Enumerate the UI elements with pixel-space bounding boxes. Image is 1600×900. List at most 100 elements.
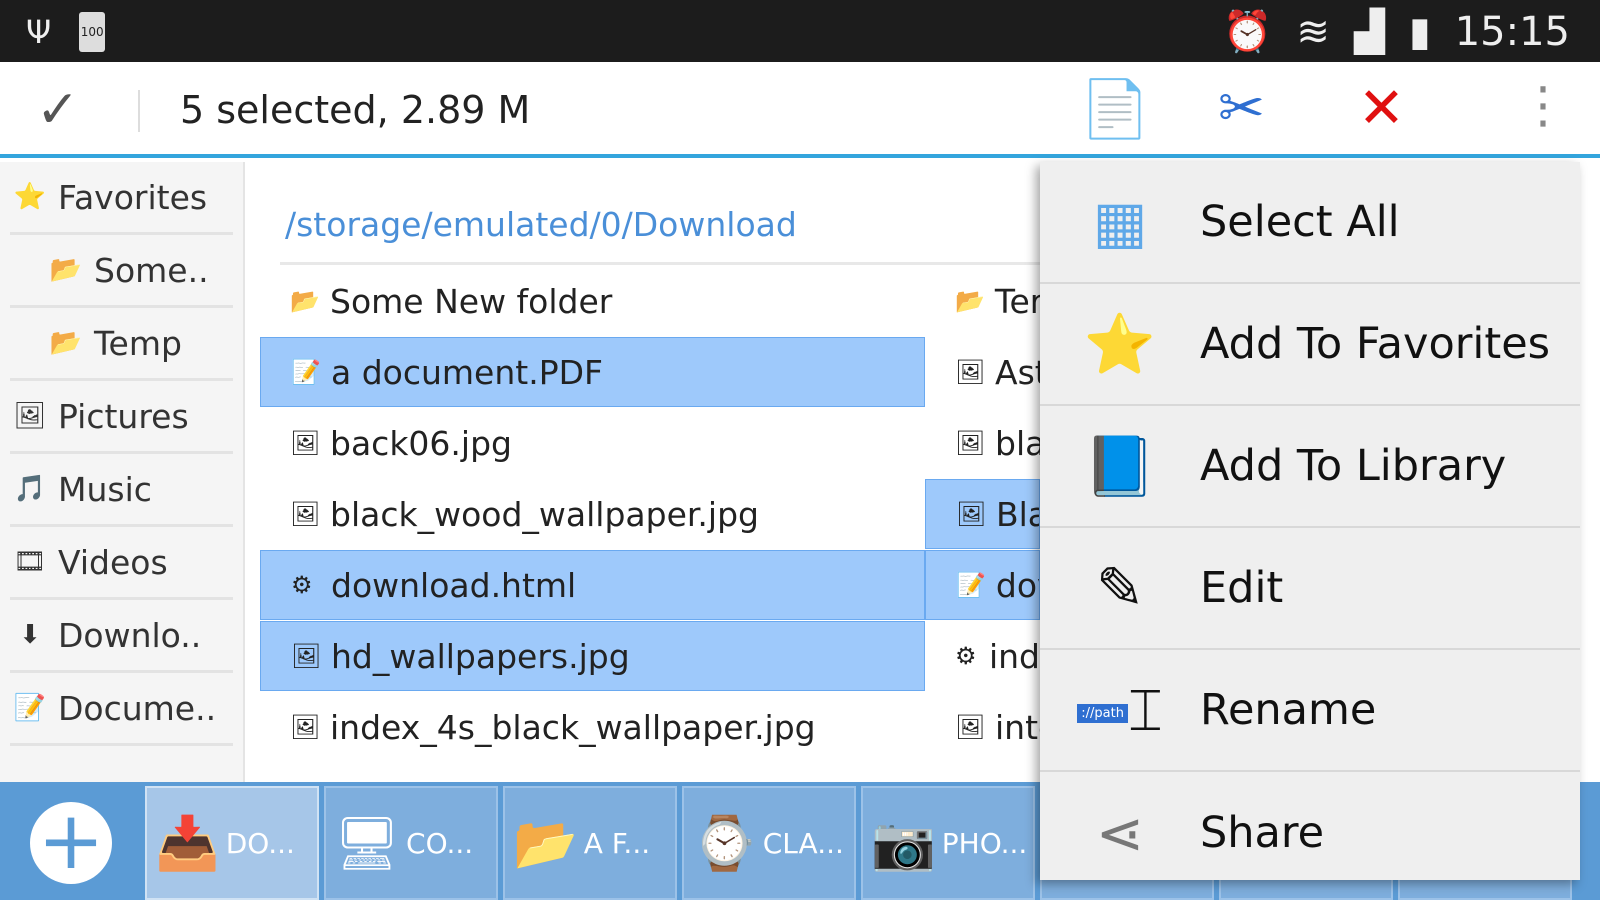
select-all-icon: ▦ (1092, 188, 1148, 256)
sidebar-item-label: Some.. (94, 250, 209, 290)
sidebar-item[interactable]: ⬇ Downlo.. (10, 600, 233, 673)
bottom-tab[interactable]: 📂 A F... (503, 786, 677, 900)
overflow-menu: ▦ Select All ⭐ Add To Favorites 📘 Add To Libr… (1040, 162, 1580, 880)
done-check-icon[interactable]: ✓ (36, 80, 80, 140)
file-item[interactable]: 🖼 index_4s_black_wallpaper.jpg (260, 692, 925, 762)
file-item[interactable]: ⚙ download.html (260, 550, 925, 620)
image-icon: 🖼 (290, 713, 321, 741)
computer-icon: 🖥 (334, 813, 401, 874)
sidebar-item-label: Favorites (58, 177, 208, 217)
file-name: back06.jpg (330, 423, 512, 463)
overflow-menu-icon[interactable]: ⋮ (1518, 76, 1568, 134)
pictures-icon: 🖼 (13, 401, 47, 431)
sidebar-item[interactable]: 🎵 Music (10, 454, 233, 527)
menu-item-label: Edit (1200, 563, 1284, 613)
bottom-tab-label: CLA... (762, 826, 844, 860)
selection-summary: 5 selected, 2.89 M (180, 88, 531, 132)
file-item[interactable]: 📝 a document.PDF (260, 337, 925, 407)
pencil-icon: ✎ (1095, 554, 1145, 622)
sidebar-item[interactable]: 📂 Temp (10, 308, 233, 381)
file-item[interactable]: 🖼 inte (925, 692, 1040, 762)
bottom-tab[interactable]: 🖥 CO... (324, 786, 498, 900)
file-item[interactable]: 📂 Ter (925, 266, 1040, 336)
sidebar-item-label: Docume.. (58, 688, 217, 728)
battery-icon: 100 (79, 12, 106, 52)
cut-icon[interactable]: ✂ (1218, 76, 1265, 141)
alarm-icon: ⏰ (1222, 9, 1273, 55)
sidebar-item-label: Pictures (58, 396, 189, 436)
folder-icon: 📂 (955, 287, 985, 315)
star-icon: ⭐ (13, 182, 47, 212)
wifi-icon: ≋ (1296, 8, 1330, 55)
library-add-icon: 📘 (1083, 431, 1157, 500)
status-bar: Ψ 100 ⏰ ≋ ▟ ▮ 15:15 (0, 0, 1600, 62)
gear-icon: ⚙ (955, 642, 977, 670)
documents-icon: 📝 (13, 693, 47, 723)
file-item[interactable]: 🖼 Bla (925, 479, 1040, 549)
menu-item-label: Add To Library (1200, 441, 1507, 491)
sidebar-item-label: Music (58, 469, 152, 509)
image-icon: 🖼 (955, 713, 986, 741)
bottom-tab[interactable]: 📥 DO... (145, 786, 319, 900)
divider (280, 262, 1060, 265)
add-tab-button[interactable]: + (30, 801, 112, 884)
file-item[interactable]: 🖼 bla (925, 408, 1040, 478)
file-name: hd_wallpapers.jpg (331, 636, 630, 676)
menu-item[interactable]: ⭐ Add To Favorites (1040, 284, 1580, 406)
action-bar: ✓ 5 selected, 2.89 M 📄 ✂ ✕ ⋮ (0, 62, 1600, 158)
gear-icon: ⚙ (291, 571, 313, 599)
delete-icon[interactable]: ✕ (1358, 76, 1405, 141)
share-icon: ⋖ (1095, 799, 1145, 867)
bottom-tab-label: CO... (406, 826, 474, 860)
menu-item-label: Select All (1200, 197, 1400, 247)
sidebar-item[interactable]: 📂 Some.. (10, 235, 233, 308)
image-icon: 🖼 (956, 500, 987, 528)
file-name: download.html (331, 565, 577, 605)
menu-item[interactable]: ▦ Select All (1040, 162, 1580, 284)
music-icon: 🎵 (13, 474, 47, 504)
file-item[interactable]: 📂 Some New folder (260, 266, 925, 336)
sidebar-item[interactable]: 🎞 Videos (10, 527, 233, 600)
file-name: Some New folder (330, 281, 613, 321)
file-name: black_wood_wallpaper.jpg (330, 494, 759, 534)
bottom-tab[interactable]: ⌚ CLA... (682, 786, 856, 900)
file-item[interactable]: ⚙ ind (925, 621, 1040, 691)
copy-icon[interactable]: 📄 (1080, 76, 1150, 142)
file-name: Bla (996, 494, 1039, 534)
menu-item[interactable]: ⋖ Share (1040, 772, 1580, 894)
sidebar: ⭐ Favorites 📂 Some.. 📂 Temp 🖼 Pictures 🎵 Music 🎞 Vi… (0, 162, 245, 782)
document-icon: 📝 (291, 358, 321, 386)
bottom-tab[interactable]: 📷 PHO... (861, 786, 1035, 900)
sidebar-item-label: Temp (94, 323, 182, 363)
image-icon: 🖼 (290, 429, 321, 457)
menu-item[interactable]: ✎ Edit (1040, 528, 1580, 650)
file-name: bla (995, 423, 1040, 463)
menu-item[interactable]: 📘 Add To Library (1040, 406, 1580, 528)
folder-icon: 📂 (49, 328, 83, 358)
menu-item[interactable]: ://path⌶ Rename (1040, 650, 1580, 772)
image-icon: 🖼 (290, 500, 321, 528)
bottom-tab-label: A F... (583, 826, 651, 860)
file-item[interactable]: 🖼 back06.jpg (260, 408, 925, 478)
file-name: Ast (995, 352, 1040, 392)
sidebar-item[interactable]: 🖼 Pictures (10, 381, 233, 454)
current-path[interactable]: /storage/emulated/0/Download (285, 205, 797, 244)
file-item[interactable]: 📝 dov (925, 550, 1040, 620)
document-icon: 📝 (956, 571, 986, 599)
videos-icon: 🎞 (13, 547, 47, 577)
folder-icon: 📂 (513, 813, 578, 874)
folder-icon: 📂 (290, 287, 320, 315)
sidebar-item[interactable]: 📝 Docume.. (10, 673, 233, 746)
clock: 15:15 (1454, 8, 1570, 55)
file-item[interactable]: 🖼 black_wood_wallpaper.jpg (260, 479, 925, 549)
image-icon: 🖼 (955, 358, 986, 386)
menu-item-label: Share (1200, 808, 1325, 858)
sidebar-item-label: Videos (58, 542, 168, 582)
sidebar-item-label: Downlo.. (58, 615, 202, 655)
file-item[interactable]: 🖼 hd_wallpapers.jpg (260, 621, 925, 691)
menu-item-label: Add To Favorites (1200, 319, 1551, 369)
signal-icon: ▟ (1353, 8, 1385, 55)
file-item[interactable]: 🖼 Ast (925, 337, 1040, 407)
file-name: inte (995, 707, 1040, 747)
sidebar-item[interactable]: ⭐ Favorites (10, 162, 233, 235)
